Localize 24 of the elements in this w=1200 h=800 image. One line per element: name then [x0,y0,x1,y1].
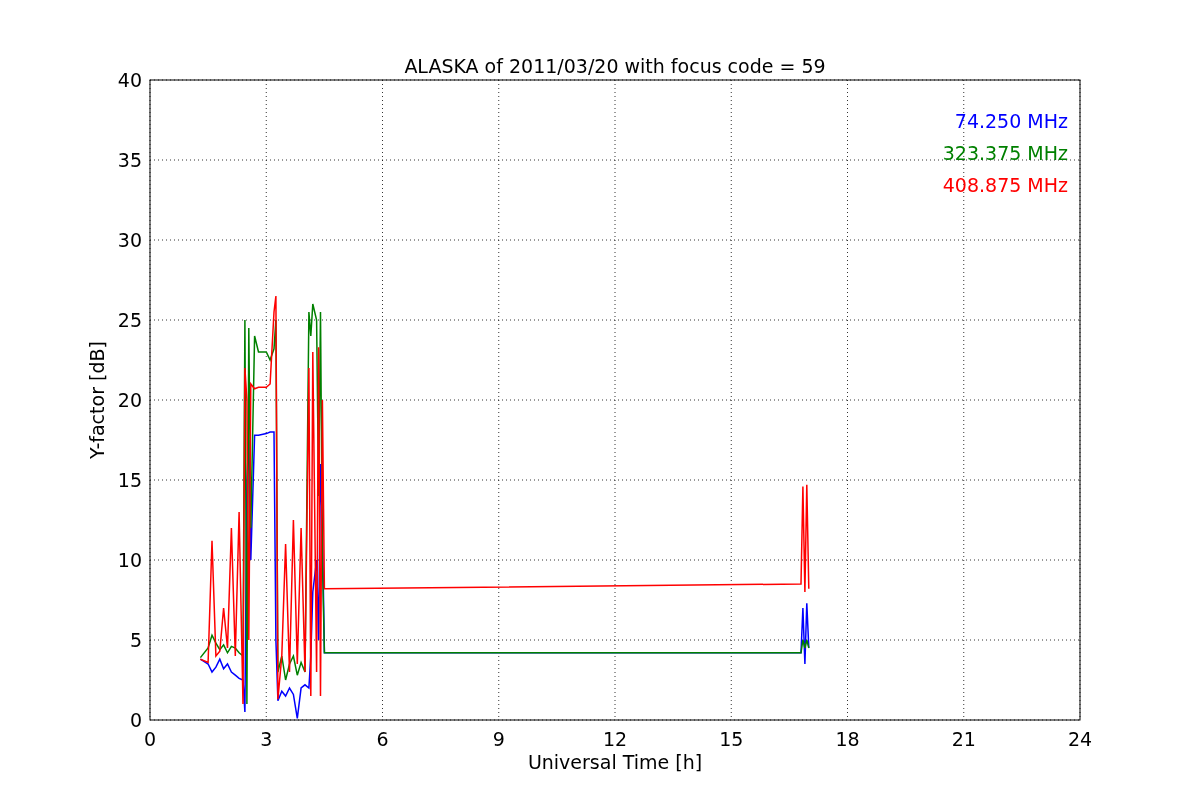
tick-label: 24 [1067,728,1093,750]
tick-label: 35 [117,149,142,171]
tick-label: 6 [376,728,389,750]
axis-label: Y-factor [dB] [86,341,108,459]
tick-label: 15 [719,728,744,750]
tick-label: 18 [835,728,860,750]
tick-label: 12 [602,728,628,750]
tick-label: 30 [117,229,142,251]
tick-label: 25 [117,309,142,331]
axis-label: Universal Time [h] [527,751,703,773]
tick-label: 15 [117,469,142,491]
legend-entry: 408.875 MHz [942,174,1068,196]
tick-label: 0 [143,728,157,750]
tick-label: 20 [117,389,142,411]
legend-entry: 323.375 MHz [942,142,1068,164]
tick-label: 3 [260,728,273,750]
tick-label: 21 [951,728,976,750]
tick-label: 5 [129,629,142,651]
legend-entry: 74.250 MHz [954,110,1068,132]
tick-label: 0 [129,709,142,731]
tick-label: 10 [117,549,142,571]
tick-label: 9 [492,728,505,750]
chart-title: ALASKA of 2011/03/20 with focus code = 59 [404,55,826,77]
tick-label: 40 [117,69,142,91]
